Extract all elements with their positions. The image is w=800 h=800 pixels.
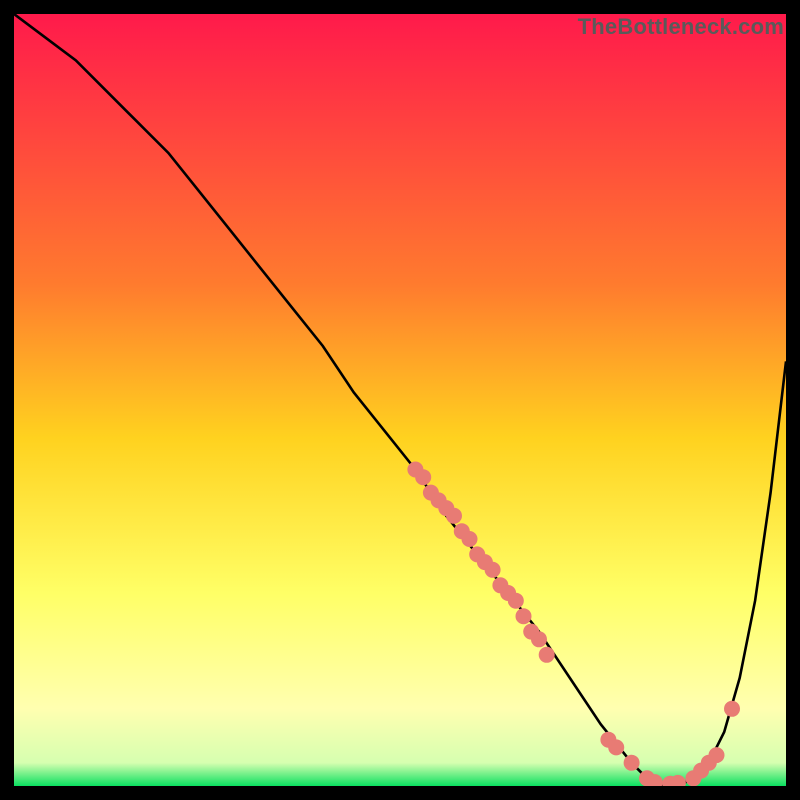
watermark-text: TheBottleneck.com bbox=[578, 14, 784, 40]
chart-plot bbox=[14, 14, 786, 786]
data-point bbox=[531, 631, 547, 647]
data-point bbox=[485, 562, 501, 578]
data-point bbox=[415, 469, 431, 485]
data-point bbox=[539, 647, 555, 663]
data-point bbox=[516, 608, 532, 624]
data-point bbox=[624, 755, 640, 771]
gradient-background bbox=[14, 14, 786, 786]
data-point bbox=[608, 739, 624, 755]
data-point bbox=[462, 531, 478, 547]
chart-frame: TheBottleneck.com bbox=[14, 14, 786, 786]
data-point bbox=[724, 701, 740, 717]
data-point bbox=[508, 593, 524, 609]
data-point bbox=[446, 508, 462, 524]
data-point bbox=[709, 747, 725, 763]
